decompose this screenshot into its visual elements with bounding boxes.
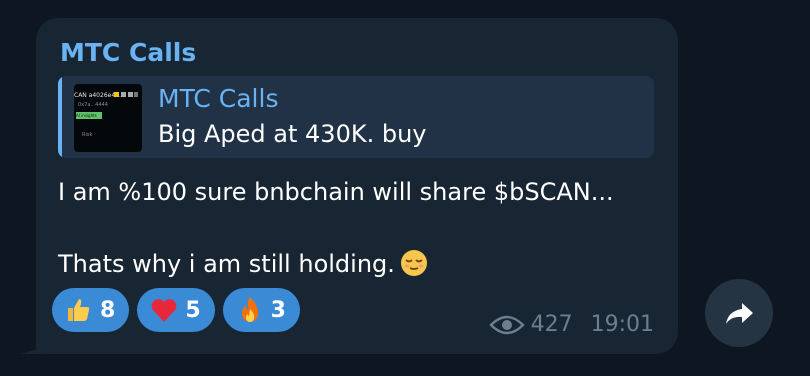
thumbnail-footer: Risk [82,132,93,138]
sender-name[interactable]: MTC Calls [60,38,196,67]
message-text: I am %100 sure bnbchain will share $bSCA… [58,174,614,282]
fire-icon [241,297,258,322]
thumbnail-address: 0x7a...4444 [78,102,108,108]
thumbnail-badge: AI insights [76,112,102,119]
reaction-count: 3 [270,297,286,323]
reaction-count: 5 [185,297,201,323]
reaction-count: 8 [100,297,116,323]
message-line-2: Thats why i am still holding. [58,250,395,278]
thumbnail-icons [114,92,138,97]
reply-thumbnail: CAN a4026e4... 0x7a...4444 AI insights R… [74,84,142,152]
reply-title: MTC Calls [158,84,279,113]
message-line-1: I am %100 sure bnbchain will share $bSCA… [58,178,614,206]
eye-icon [488,315,525,334]
forward-button[interactable] [705,279,773,347]
message-bubble[interactable]: MTC Calls CAN a4026e4... 0x7a...4444 AI … [36,18,678,354]
share-arrow-icon [726,303,753,324]
reply-text: Big Aped at 430K. buy [158,120,427,148]
reply-accent-bar [58,76,62,158]
reply-preview[interactable]: CAN a4026e4... 0x7a...4444 AI insights R… [58,76,654,158]
reaction-thumbs-up[interactable]: 8 [52,288,130,332]
red-heart-icon [152,299,177,322]
reaction-heart[interactable]: 5 [137,288,215,332]
relieved-face-icon [400,250,427,276]
thumbs-up-icon [68,299,90,321]
reactions-bar: 8 5 3 [52,288,308,332]
views-count: 427 [530,312,573,337]
message-meta: 427 19:01 [488,312,654,337]
reaction-fire[interactable]: 3 [222,288,300,332]
message-time: 19:01 [590,312,654,337]
